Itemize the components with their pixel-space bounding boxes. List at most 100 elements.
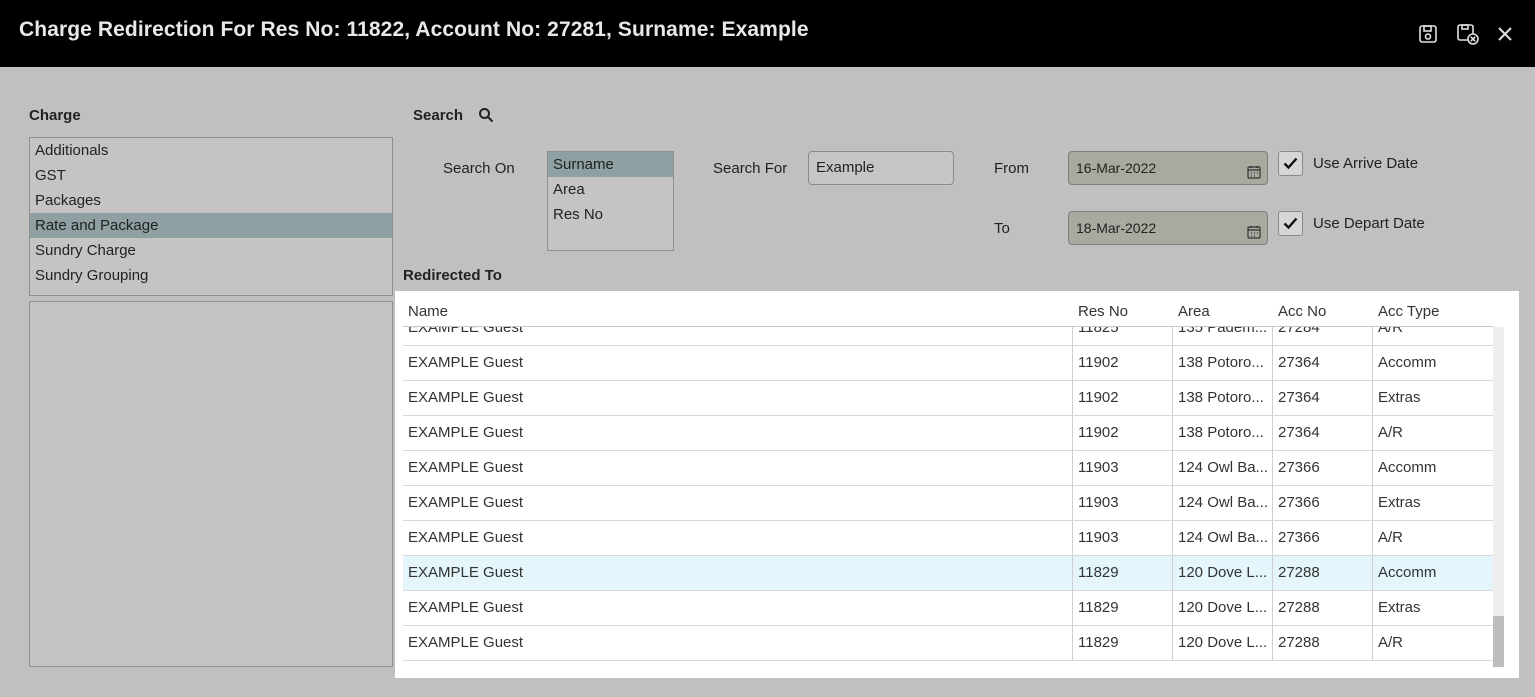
charge-label: Charge (29, 107, 81, 124)
search-on-list[interactable]: Surname Area Res No (547, 151, 674, 251)
cell-name: EXAMPLE Guest (408, 389, 524, 406)
search-for-input[interactable]: Example (808, 151, 954, 185)
redirected-table: Name Res No Area Acc No Acc Type EXAMPLE… (395, 291, 1519, 678)
cell-acc-type: A/R (1378, 634, 1404, 651)
column-divider (1272, 486, 1273, 520)
column-divider (1072, 327, 1073, 345)
cell-area: 120 Dove L... (1178, 564, 1268, 581)
table-row[interactable]: EXAMPLE Guest 11829 120 Dove L... 27288 A/R (403, 626, 1493, 661)
close-icon[interactable] (1493, 22, 1517, 46)
charge-list-item[interactable]: Additionals (30, 138, 392, 163)
table-row[interactable]: EXAMPLE Guest 11829 120 Dove L... 27288 Acco… (403, 556, 1493, 591)
calendar-icon[interactable] (1247, 218, 1261, 239)
column-divider (1072, 626, 1073, 660)
table-row[interactable]: EXAMPLE Guest 11903 124 Owl Ba... 27366 A/R (403, 521, 1493, 556)
cell-acc-no: 27288 (1278, 564, 1320, 581)
use-arrive-date-label: Use Arrive Date (1313, 155, 1419, 172)
vertical-scrollbar[interactable] (1493, 327, 1504, 667)
column-divider (1272, 521, 1273, 555)
column-header-name[interactable]: Name (408, 303, 448, 320)
column-divider (1172, 591, 1173, 625)
search-on-option[interactable]: Area (548, 177, 673, 202)
charge-list-item[interactable]: Rate and Package (30, 213, 392, 238)
to-date-value: 18-Mar-2022 (1076, 220, 1157, 236)
column-divider (1172, 416, 1173, 450)
table-row[interactable]: EXAMPLE Guest 11902 138 Potoro... 27364 A/R (403, 416, 1493, 451)
cell-acc-type: Extras (1378, 389, 1421, 406)
table-row[interactable]: EXAMPLE Guest 11903 124 Owl Ba... 27366 Extr… (403, 486, 1493, 521)
save-icon[interactable] (1416, 22, 1440, 46)
column-divider (1172, 381, 1173, 415)
search-on-label: Search On (443, 160, 515, 177)
search-on-option[interactable]: Res No (548, 202, 673, 227)
table-row[interactable]: EXAMPLE Guest 11903 124 Owl Ba... 27366 Acco… (403, 451, 1493, 486)
from-date-field[interactable]: 16-Mar-2022 (1068, 151, 1268, 185)
charge-list-item[interactable]: GST (30, 163, 392, 188)
cell-name: EXAMPLE Guest (408, 459, 524, 476)
use-depart-date-checkbox[interactable] (1278, 211, 1303, 236)
charge-list-item[interactable]: Sundry Grouping (30, 263, 392, 288)
cell-name: EXAMPLE Guest (408, 494, 524, 511)
scrollbar-thumb[interactable] (1493, 616, 1504, 667)
cell-name: EXAMPLE Guest (408, 634, 524, 651)
redirected-to-label: Redirected To (403, 267, 502, 284)
calendar-icon[interactable] (1247, 158, 1261, 179)
charge-list-item[interactable]: Sundry Charge (30, 238, 392, 263)
column-header-acc-no[interactable]: Acc No (1278, 303, 1326, 320)
column-divider (1272, 381, 1273, 415)
column-divider (1372, 327, 1373, 345)
use-arrive-date-checkbox[interactable] (1278, 151, 1303, 176)
column-divider (1072, 556, 1073, 590)
cell-acc-no: 27284 (1278, 327, 1320, 336)
cell-name: EXAMPLE Guest (408, 424, 524, 441)
cell-acc-no: 27288 (1278, 599, 1320, 616)
charge-list[interactable]: Additionals GST Packages Rate and Package Su… (29, 137, 393, 296)
charge-detail-panel (29, 301, 393, 667)
cell-area: 124 Owl Ba... (1178, 529, 1268, 546)
use-depart-date-label: Use Depart Date (1313, 215, 1425, 232)
column-header-area[interactable]: Area (1178, 303, 1210, 320)
column-divider (1172, 626, 1173, 660)
table-row[interactable]: EXAMPLE Guest 11902 138 Potoro... 27364 Extr… (403, 381, 1493, 416)
table-row[interactable]: EXAMPLE Guest 11902 138 Potoro... 27364 Acco… (403, 346, 1493, 381)
cell-acc-type: A/R (1378, 327, 1404, 336)
to-date-field[interactable]: 18-Mar-2022 (1068, 211, 1268, 245)
title-bar: Charge Redirection For Res No: 11822, Ac… (0, 0, 1535, 67)
column-divider (1372, 381, 1373, 415)
column-divider (1272, 556, 1273, 590)
table-row[interactable]: EXAMPLE Guest 11825 135 Padem... 27284 A/R (403, 327, 1493, 346)
column-divider (1272, 451, 1273, 485)
column-divider (1172, 327, 1173, 345)
search-icon[interactable] (478, 107, 494, 123)
cell-acc-type: A/R (1378, 529, 1404, 546)
cell-acc-type: A/R (1378, 424, 1404, 441)
column-divider (1172, 486, 1173, 520)
cell-area: 124 Owl Ba... (1178, 459, 1268, 476)
cell-area: 124 Owl Ba... (1178, 494, 1268, 511)
charge-list-item[interactable]: Packages (30, 188, 392, 213)
column-divider (1272, 626, 1273, 660)
cell-res-no: 11902 (1078, 389, 1119, 406)
column-divider (1072, 451, 1073, 485)
cell-name: EXAMPLE Guest (408, 327, 524, 336)
cell-acc-no: 27364 (1278, 389, 1320, 406)
cell-acc-no: 27366 (1278, 459, 1320, 476)
cell-name: EXAMPLE Guest (408, 599, 524, 616)
cell-res-no: 11902 (1078, 354, 1119, 371)
column-header-acc-type[interactable]: Acc Type (1378, 303, 1439, 320)
table-row[interactable]: EXAMPLE Guest 11829 120 Dove L... 27288 Extr… (403, 591, 1493, 626)
cell-area: 120 Dove L... (1178, 599, 1268, 616)
column-divider (1372, 416, 1373, 450)
search-for-label: Search For (713, 160, 788, 177)
cell-res-no: 11903 (1078, 529, 1119, 546)
save-close-icon[interactable] (1456, 22, 1480, 46)
column-divider (1072, 591, 1073, 625)
cell-res-no: 11829 (1078, 564, 1119, 581)
search-on-option[interactable]: Surname (548, 152, 673, 177)
cell-acc-type: Accomm (1378, 459, 1437, 476)
cell-res-no: 11902 (1078, 424, 1119, 441)
column-header-res-no[interactable]: Res No (1078, 303, 1128, 320)
column-divider (1272, 346, 1273, 380)
cell-res-no: 11829 (1078, 634, 1119, 651)
cell-name: EXAMPLE Guest (408, 354, 524, 371)
